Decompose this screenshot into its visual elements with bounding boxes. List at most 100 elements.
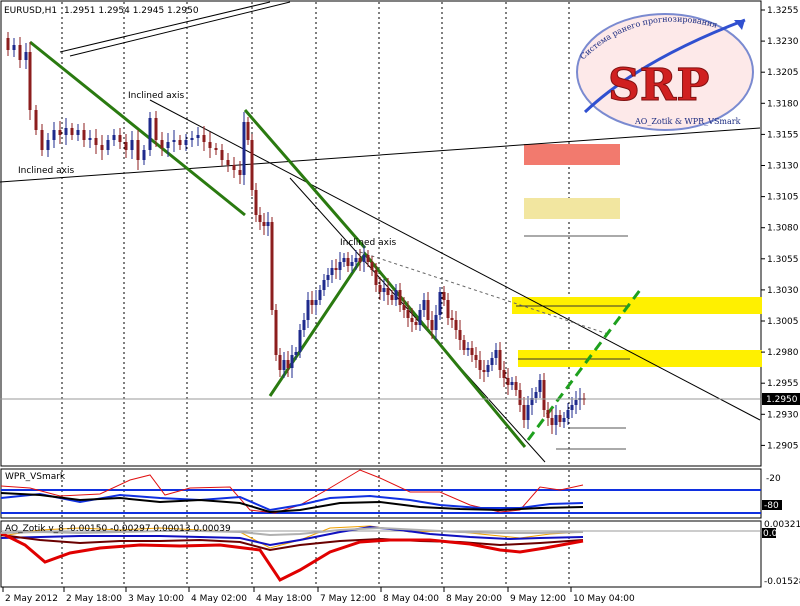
candle-body xyxy=(358,258,362,262)
candle-body xyxy=(190,138,194,140)
candle-body xyxy=(550,418,554,425)
candle-body xyxy=(136,140,140,160)
candle-body xyxy=(458,330,462,340)
price-tick-label: 1.3055 xyxy=(767,255,799,265)
time-tick-label: 3 May 10:00 xyxy=(128,594,184,604)
candle-body xyxy=(302,320,306,330)
candle-body xyxy=(442,292,446,300)
candle-body xyxy=(366,255,370,262)
candle-body xyxy=(334,268,338,270)
candle-body xyxy=(514,382,518,390)
candle-body xyxy=(160,140,164,148)
candle-body xyxy=(362,255,366,262)
candle-body xyxy=(124,142,128,150)
srp-logo: SRP Система ранего прогнозирования AO_Zo… xyxy=(576,13,754,131)
candle-body xyxy=(232,165,236,170)
time-tick-label: 2 May 18:00 xyxy=(66,594,122,604)
candle-body xyxy=(278,355,282,370)
candle-body xyxy=(318,290,322,300)
current-price-label: 1.2950 xyxy=(766,395,798,405)
candle-body xyxy=(474,355,478,360)
candle-body xyxy=(220,150,224,160)
candle-body xyxy=(306,300,310,320)
candle-body xyxy=(542,380,546,410)
candle-body xyxy=(274,310,278,355)
candle-body xyxy=(526,405,530,420)
candle-body xyxy=(534,392,538,398)
candle-body xyxy=(470,348,474,355)
logo-main-text: SRP xyxy=(608,60,709,111)
candle-body xyxy=(282,360,286,370)
candle-body xyxy=(266,222,270,226)
candle-body xyxy=(166,142,170,148)
candle-body xyxy=(518,390,522,405)
wpr-level-label: -20 xyxy=(766,474,781,484)
price-tick-label: 1.3255 xyxy=(767,6,799,16)
candle-body xyxy=(522,405,526,420)
candle-body xyxy=(382,288,386,292)
price-tick-label: 1.2905 xyxy=(767,441,799,451)
time-tick-label: 9 May 12:00 xyxy=(510,594,566,604)
price-tick-label: 1.2980 xyxy=(767,348,799,358)
ao-level-label: -0.01528 xyxy=(764,577,800,587)
candle-body xyxy=(466,348,470,350)
time-tick-label: 2 May 2012 xyxy=(5,594,58,604)
candle-body xyxy=(558,415,562,422)
candle-body xyxy=(414,322,418,325)
price-tick-label: 1.3180 xyxy=(767,99,799,109)
candle-body xyxy=(52,130,56,140)
price-tick-label: 1.3205 xyxy=(767,68,799,78)
time-tick-label: 8 May 20:00 xyxy=(446,594,502,604)
candle-body xyxy=(24,52,28,60)
candle-body xyxy=(142,150,146,160)
chart-window[interactable]: EURUSD,H1 1.2951 1.2954 1.2945 1.2950 In… xyxy=(0,0,800,606)
candle-body xyxy=(202,135,206,142)
candle-body xyxy=(12,45,16,50)
candle-body xyxy=(286,360,290,368)
price-tick-label: 1.3005 xyxy=(767,317,799,327)
wpr-plot-area[interactable] xyxy=(0,468,762,519)
candle-body xyxy=(378,285,382,292)
chart-header: EURUSD,H1 1.2951 1.2954 1.2945 1.2950 xyxy=(4,6,199,16)
candle-body xyxy=(350,262,354,266)
candle-body xyxy=(34,110,38,130)
ao-level-label: 0.00 xyxy=(763,529,783,539)
candle-body xyxy=(40,130,44,150)
candle-body xyxy=(566,410,570,418)
candle-body xyxy=(326,275,330,280)
candle-body xyxy=(242,122,246,175)
price-tick-label: 1.3080 xyxy=(767,224,799,234)
candle-body xyxy=(130,140,134,150)
candle-body xyxy=(486,365,490,372)
candle-body xyxy=(254,190,258,215)
candle-body xyxy=(64,128,68,135)
candle-body xyxy=(510,382,514,385)
time-tick-label: 4 May 18:00 xyxy=(256,594,312,604)
candle-body xyxy=(418,310,422,325)
candle-body xyxy=(562,418,566,422)
candle-body xyxy=(430,320,434,330)
wpr-title: WPR_VSmark xyxy=(5,472,66,482)
candle-body xyxy=(112,135,116,140)
candle-body xyxy=(18,45,22,60)
candle-body xyxy=(82,130,86,140)
candle-body xyxy=(394,290,398,300)
price-axis[interactable]: 1.3255 1.3230 1.3205 1.3180 1.3155 1.3130 1.31… xyxy=(761,6,799,451)
candle-body xyxy=(258,215,262,222)
candle-body xyxy=(398,290,402,305)
candle-body xyxy=(482,370,486,372)
candle-body xyxy=(554,415,558,425)
time-axis[interactable]: 2 May 2012 2 May 18:00 3 May 10:00 4 May 02… xyxy=(2,587,635,604)
candle-body xyxy=(494,350,498,358)
candle-body xyxy=(94,138,98,145)
time-tick-label: 4 May 02:00 xyxy=(191,594,247,604)
candle-body xyxy=(410,318,414,322)
inclined-axis-label: Inclined axis xyxy=(18,166,74,176)
red-zone xyxy=(524,144,620,165)
candle-body xyxy=(208,142,212,148)
ao-title: AO_Zotik v_8 -0.00150 -0.00297 0.00013 0… xyxy=(5,524,231,534)
candle-body xyxy=(270,222,274,310)
candle-body xyxy=(294,352,298,355)
candle-body xyxy=(226,160,230,165)
candle-body xyxy=(426,300,430,320)
